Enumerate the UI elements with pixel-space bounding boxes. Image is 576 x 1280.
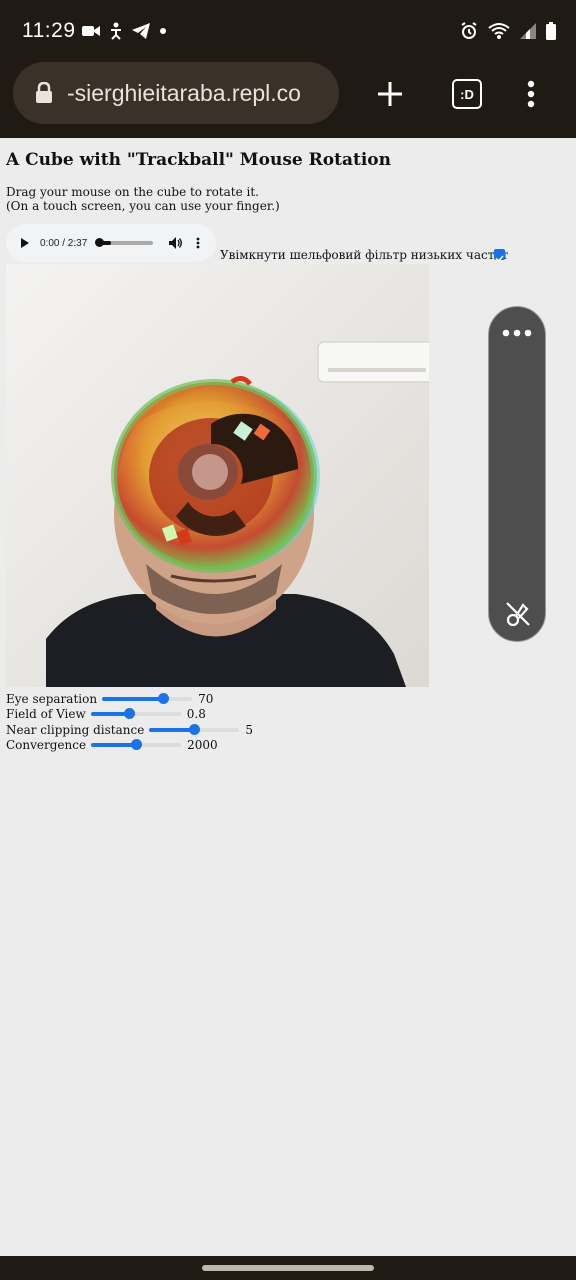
instructions-line-1: Drag your mouse on the cube to rotate it… [6,185,259,199]
lock-icon[interactable] [35,82,53,104]
control-value: 2000 [187,738,218,753]
eye-separation-slider[interactable] [102,692,193,704]
alarm-icon [461,22,477,39]
volume-icon[interactable] [169,237,183,249]
control-value: 5 [245,722,253,737]
telegram-icon [132,23,150,39]
control-label: Near clipping distance [6,722,145,737]
control-eye-separation: Eye separation 70 [6,691,253,707]
control-convergence: Convergence 2000 [6,738,253,754]
url-text[interactable]: -sierghieitaraba.repl.co [67,80,325,107]
status-time: 11:29 [22,19,76,42]
stereo-controls: Eye separation 70 Field of View 0.8 Near… [6,691,253,753]
lowshelf-filter-label: Увімкнути шельфовий фільтр низьких часто… [220,248,509,262]
play-icon[interactable] [20,238,30,248]
wifi-icon [488,23,510,39]
tab-count: :D [452,79,482,109]
tab-switcher-button[interactable]: :D [447,74,487,114]
menu-button[interactable] [511,74,551,114]
home-gesture-handle[interactable] [202,1265,374,1271]
notification-dot-icon [160,28,166,34]
wall-ac-unit [317,341,429,383]
more-horiz-icon[interactable] [502,329,532,337]
audio-player[interactable]: 0:00 / 2:37 [6,224,216,262]
floating-tool-panel[interactable] [488,306,546,642]
accessibility-icon [111,22,121,40]
audio-progress-thumb[interactable] [95,238,105,247]
webgl-scene[interactable] [6,264,429,687]
hide-panel-icon[interactable] [505,601,531,627]
audio-progress[interactable] [95,238,154,247]
audio-row: 0:00 / 2:37 Увімкнути шельфовий фільтр н… [6,224,570,264]
plus-icon [378,82,402,106]
audio-time: 0:00 / 2:37 [40,237,88,249]
near-clipping-slider[interactable] [149,723,240,735]
page-title: A Cube with "Trackball" Mouse Rotation [6,150,391,170]
field-of-view-slider[interactable] [90,708,181,720]
control-label: Field of View [6,707,86,722]
control-field-of-view: Field of View 0.8 [6,707,253,723]
address-bar[interactable]: -sierghieitaraba.repl.co [13,62,339,124]
video-call-icon [82,26,100,36]
control-value: 70 [198,691,214,706]
lowshelf-filter-checkbox[interactable] [494,249,505,263]
control-near-clipping: Near clipping distance 5 [6,722,253,738]
battery-icon [546,22,556,40]
page-content: A Cube with "Trackball" Mouse Rotation D… [6,138,570,752]
instructions-line-2: (On a touch screen, you can use your fin… [6,199,280,213]
scene-graphic[interactable] [6,264,429,687]
checkmark-icon [495,255,504,263]
control-label: Eye separation [6,691,98,706]
audio-menu-icon[interactable] [196,237,200,249]
status-bar: 11:29 [0,0,576,62]
convergence-slider[interactable] [91,739,182,751]
control-value: 0.8 [186,707,206,722]
signal-icon [520,23,536,39]
system-nav-bar [0,1256,576,1280]
new-tab-button[interactable] [370,74,410,114]
browser-toolbar: -sierghieitaraba.repl.co :D [0,62,576,138]
instructions: Drag your mouse on the cube to rotate it… [6,185,570,213]
more-vert-icon [527,80,535,108]
control-label: Convergence [6,738,87,753]
